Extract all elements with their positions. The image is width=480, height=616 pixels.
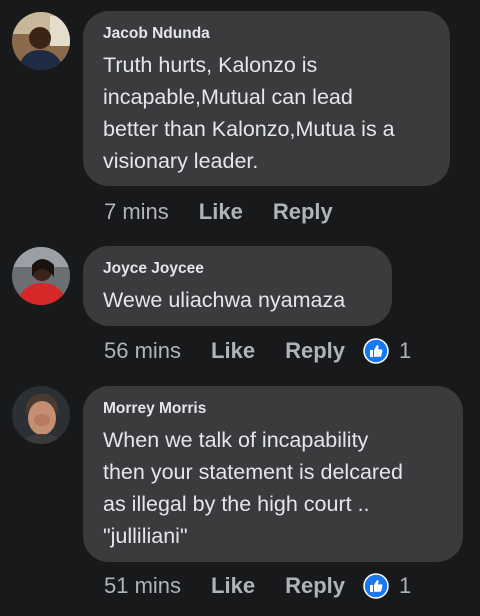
thumbs-up-like-icon[interactable]: [363, 338, 389, 364]
avatar-joyce-joycee[interactable]: [12, 247, 70, 305]
comment-text-line: better than Kalonzo,Mutua is a: [103, 117, 395, 141]
comment-author[interactable]: Jacob Ndunda: [103, 24, 430, 44]
comment-bubble: Morrey Morris When we talk of incapabili…: [83, 386, 463, 562]
reaction-count[interactable]: 1: [399, 338, 411, 364]
thumbs-up-like-icon[interactable]: [363, 573, 389, 599]
reply-button[interactable]: Reply: [273, 199, 333, 225]
comment-text-line: Truth hurts, Kalonzo is: [103, 53, 318, 77]
comment-author[interactable]: Joyce Joycee: [103, 259, 372, 279]
reply-button[interactable]: Reply: [285, 338, 345, 364]
reaction-count[interactable]: 1: [399, 573, 411, 599]
comment-meta: 56 mins Like Reply 1: [104, 337, 411, 365]
comment-timestamp[interactable]: 7 mins: [104, 199, 169, 225]
comment-text-line: When we talk of incapability: [103, 428, 369, 452]
comment-timestamp[interactable]: 51 mins: [104, 573, 181, 599]
comment-bubble: Jacob Ndunda Truth hurts, Kalonzo is inc…: [83, 11, 450, 186]
avatar-jacob-ndunda[interactable]: [12, 12, 70, 70]
comment-bubble: Joyce Joycee Wewe uliachwa nyamaza: [83, 246, 392, 326]
avatar-morrey-morris[interactable]: [12, 386, 70, 444]
reply-button[interactable]: Reply: [285, 573, 345, 599]
comment-text-line: visionary leader.: [103, 149, 259, 173]
like-button[interactable]: Like: [199, 199, 243, 225]
comment-author[interactable]: Morrey Morris: [103, 399, 443, 419]
like-button[interactable]: Like: [211, 573, 255, 599]
comment-meta: 51 mins Like Reply 1: [104, 572, 411, 600]
like-button[interactable]: Like: [211, 338, 255, 364]
comment-text-line: then your statement is delcared: [103, 460, 403, 484]
comment-timestamp[interactable]: 56 mins: [104, 338, 181, 364]
comment-text-line: as illegal by the high court ..: [103, 492, 370, 516]
comment-text-line: "julliliani": [103, 524, 188, 548]
comment-text-line: incapable,Mutual can lead: [103, 85, 353, 109]
comment-meta: 7 mins Like Reply: [104, 198, 351, 226]
comment-text-line: Wewe uliachwa nyamaza: [103, 288, 346, 312]
